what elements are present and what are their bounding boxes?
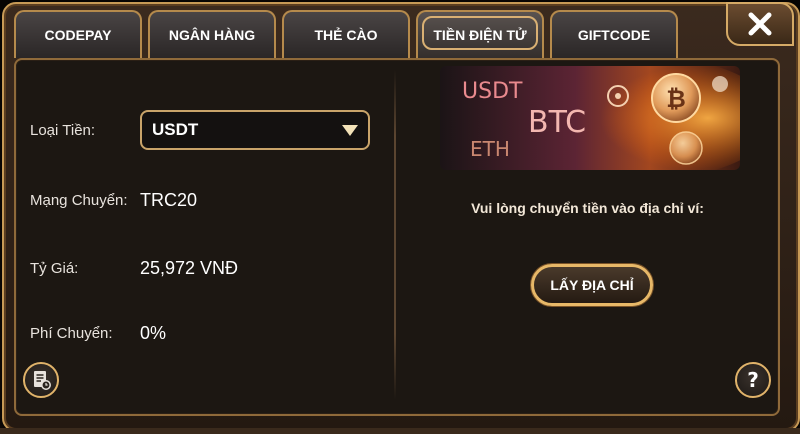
tab-label: CODEPAY [44, 27, 112, 43]
history-icon [34, 371, 51, 390]
get-address-label: LẤY ĐỊA CHỈ [550, 277, 634, 293]
fee-value: 0% [140, 323, 167, 343]
tab-label: THẺ CÀO [314, 27, 378, 43]
network-label: Mạng Chuyển: [30, 192, 128, 209]
rate-value: 25,972 VNĐ [140, 258, 239, 278]
tab-label: GIFTCODE [577, 27, 651, 43]
get-address-button[interactable]: LẤY ĐỊA CHỈ [531, 264, 653, 306]
banner-usdt-text: USDT [462, 79, 523, 104]
tab-label: NGÂN HÀNG [168, 27, 256, 43]
help-icon: ? [747, 369, 759, 391]
currency-label: Loại Tiền: [30, 122, 96, 139]
banner-eth-text: ETH [470, 137, 510, 161]
bottom-strip [0, 428, 800, 434]
chevron-down-icon [342, 125, 358, 136]
network-value: TRC20 [140, 190, 198, 210]
tab-the-cao[interactable]: THẺ CÀO [282, 10, 410, 58]
rate-label: Tỷ Giá: [30, 260, 79, 277]
svg-text:?: ? [747, 369, 759, 391]
banner-btc-text: BTC [528, 105, 586, 140]
divider [394, 70, 396, 400]
crypto-banner: ₿ USDT BTC ETH [440, 66, 740, 170]
fee-label: Phí Chuyển: [30, 325, 113, 342]
currency-select[interactable]: USDT [140, 110, 370, 150]
history-button[interactable] [23, 362, 59, 398]
currency-select-value: USDT [152, 120, 199, 139]
tab-giftcode[interactable]: GIFTCODE [550, 10, 678, 58]
tab-ngan-hang[interactable]: NGÂN HÀNG [148, 10, 276, 58]
close-button[interactable] [726, 2, 794, 46]
deposit-instruction: Vui lòng chuyển tiền vào địa chỉ ví: [471, 200, 704, 216]
help-button[interactable]: ? [735, 362, 771, 398]
svg-text:₿: ₿ [666, 85, 686, 113]
tab-codepay[interactable]: CODEPAY [14, 10, 142, 58]
tab-tien-dien-tu[interactable]: TIỀN ĐIỆN TỬ [416, 10, 544, 58]
tab-label: TIỀN ĐIỆN TỬ [433, 27, 527, 43]
close-icon [748, 12, 772, 36]
